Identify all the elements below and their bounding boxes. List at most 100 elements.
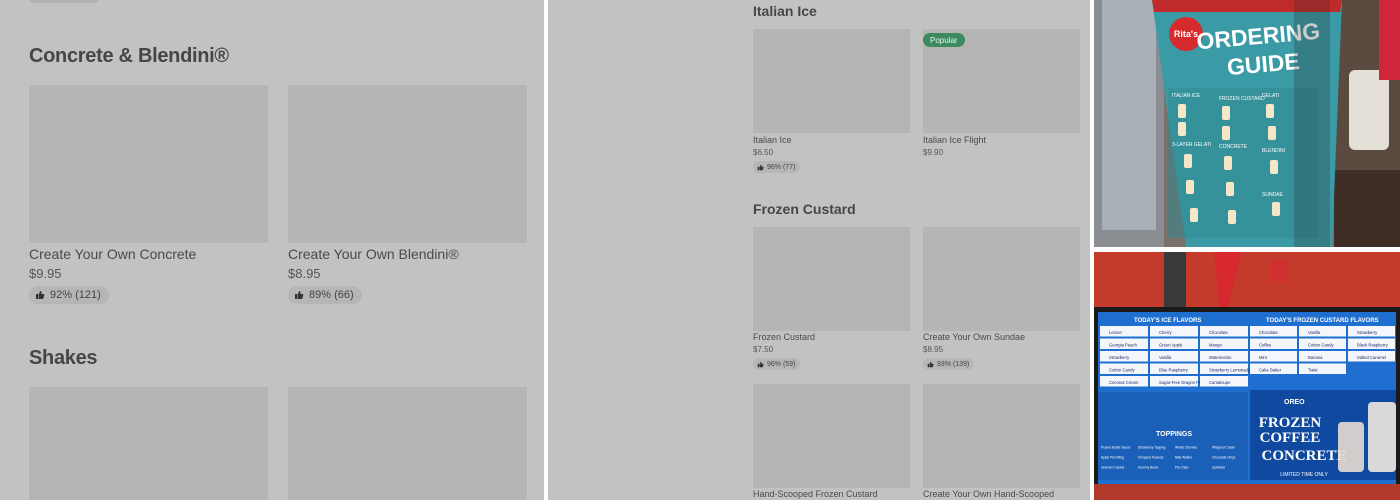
item-name[interactable]: Create Your Own Sundae [923, 332, 1025, 342]
ordering-guide-photo: Rita's ORDERING GUIDE ITALIAN ICE FROZEN… [1094, 0, 1400, 247]
topping-name: Whole Cherries [1175, 446, 1197, 450]
flavor-name: Green Apple [1159, 342, 1183, 347]
thumbs-up-icon [294, 290, 304, 300]
item-name[interactable]: Hand-Scooped Frozen Custard [753, 489, 878, 499]
rating-text: 96% (59) [767, 360, 796, 368]
guide-col-label: ITALIAN ICE [1172, 93, 1201, 99]
item-image-placeholder[interactable] [29, 387, 268, 500]
custard-flavors-header: TODAY'S FROZEN CUSTARD FLAVORS [1266, 318, 1379, 324]
guide-col-label: 3-LAYER GELATI [1172, 142, 1211, 148]
rating-badge: 93% (139) [923, 358, 975, 370]
promo-line2: COFFEE [1260, 430, 1321, 446]
item-price: $8.95 [923, 345, 944, 354]
topping-name: Nilla Wafers [1175, 456, 1192, 460]
flavor-cell [1250, 338, 1297, 349]
item-image-placeholder[interactable] [288, 387, 527, 500]
item-image-placeholder[interactable] [753, 29, 910, 133]
flavor-name: Cotton Candy [1308, 342, 1335, 347]
flavor-name: Coffee [1259, 342, 1272, 347]
rating-badge: 92% (121) [29, 286, 109, 304]
flavor-name: Cantaloupe [1209, 380, 1231, 385]
item-name[interactable]: Italian Ice Flight [923, 135, 986, 145]
guide-col-label: CONCRETE [1219, 144, 1248, 150]
rating-text: 96% (77) [767, 163, 796, 171]
promo-tag: LIMITED TIME ONLY [1280, 472, 1328, 478]
menu-panel-left: Concrete & Blendini® Create Your Own Con… [0, 0, 544, 500]
flavor-name: Strawberry Lemonade [1209, 367, 1251, 372]
flavor-cell [1150, 326, 1198, 337]
flavor-name: Black Raspberry [1357, 342, 1389, 347]
promo-line1: FROZEN [1259, 415, 1322, 431]
flavor-cell [1299, 363, 1346, 374]
flavor-board-photo: TODAY'S ICE FLAVORS TODAY'S FROZEN CUSTA… [1094, 252, 1400, 500]
flavor-name: Mango [1209, 342, 1222, 347]
item-image-placeholder[interactable] [753, 227, 910, 331]
item-image-placeholder[interactable] [288, 85, 527, 243]
flavor-name: Sugar-Free Dragon Fruit [1159, 380, 1205, 385]
topping-name: Apple Pie Filling [1101, 456, 1124, 460]
guide-col-label: GELATI [1262, 93, 1279, 99]
item-name[interactable]: Create Your Own Hand-Scooped [923, 489, 1054, 499]
flavor-name: Cotton Candy [1109, 367, 1136, 372]
flavor-name: Watermelon [1209, 355, 1232, 360]
section-title-shakes: Shakes [29, 347, 98, 369]
rating-badge: 89% (66) [288, 286, 362, 304]
flavor-name: Lemon [1109, 330, 1122, 335]
flavor-name: Blue Raspberry [1159, 367, 1189, 372]
topping-name: Peanut Butter Sauce [1101, 446, 1131, 450]
toppings-header: TOPPINGS [1156, 431, 1192, 438]
flavor-name: Twist [1308, 367, 1318, 372]
topping-name: Sprinkles [1212, 466, 1226, 470]
section-title-frozen-custard: Frozen Custard [753, 201, 856, 217]
section-title-concrete: Concrete & Blendini® [29, 45, 229, 67]
guide-col-label: FROZEN CUSTARD [1219, 96, 1265, 102]
promo-line3: CONCRETE [1261, 448, 1346, 464]
flavor-name: Chocolate [1259, 330, 1279, 335]
item-image-placeholder[interactable] [29, 85, 268, 243]
item-price: $8.95 [288, 266, 321, 281]
flavor-name: Coconut Cream [1109, 380, 1139, 385]
topping-name: Strawberry Topping [1138, 446, 1166, 450]
item-name[interactable]: Create Your Own Blendini® [288, 246, 459, 262]
rating-text: 89% (66) [309, 289, 354, 301]
item-price: $9.95 [29, 266, 62, 281]
item-name[interactable]: Frozen Custard [753, 332, 815, 342]
item-price: $7.50 [753, 345, 774, 354]
thumbs-up-icon [35, 290, 45, 300]
item-image-placeholder[interactable] [753, 384, 910, 488]
thumbs-up-icon [757, 164, 764, 171]
flavor-cell [1299, 326, 1346, 337]
item-name[interactable]: Create Your Own Concrete [29, 246, 196, 262]
flavor-name: Strawberry [1109, 355, 1130, 360]
rating-text: 93% (139) [937, 360, 970, 368]
item-image-placeholder[interactable] [923, 227, 1080, 331]
flavor-name: Mint [1259, 355, 1268, 360]
flavor-cell [1100, 326, 1148, 337]
flavor-name: Cake Batter [1259, 367, 1282, 372]
item-name[interactable]: Italian Ice [753, 135, 792, 145]
menu-panel-middle: Italian Ice Italian Ice $6.50 96% (77) P… [548, 0, 1090, 500]
flavor-name: Banana [1308, 355, 1323, 360]
topping-name: Gummy Bears [1138, 466, 1159, 470]
item-price: $6.50 [753, 148, 774, 157]
brand-text: Rita's [1174, 29, 1198, 39]
rating-badge: 96% (77) [753, 161, 801, 173]
flavor-cell [1250, 351, 1297, 362]
flavor-name: Vanilla [1308, 330, 1321, 335]
topping-name: Graham Cracker [1101, 466, 1125, 470]
flavor-cell [1200, 338, 1248, 349]
thumbs-up-icon [757, 361, 764, 368]
previous-rating-chip [29, 0, 99, 3]
flavor-cell [1150, 351, 1198, 362]
item-image-placeholder[interactable] [923, 384, 1080, 488]
topping-name: Chocolate Chips [1212, 456, 1236, 460]
flavor-name: Salted Caramel [1357, 355, 1386, 360]
section-title-italian-ice: Italian Ice [753, 3, 817, 19]
ice-flavor-grid: Lemon Cherry Chocolate Georgia Peach Green A… [1100, 326, 1251, 387]
flavor-name: Chocolate [1209, 330, 1229, 335]
flavor-name: Strawberry [1357, 330, 1378, 335]
guide-col-label: BLENDINI [1262, 148, 1285, 154]
thumbs-up-icon [927, 361, 934, 368]
rating-text: 92% (121) [50, 289, 101, 301]
flavor-cell [1299, 351, 1346, 362]
